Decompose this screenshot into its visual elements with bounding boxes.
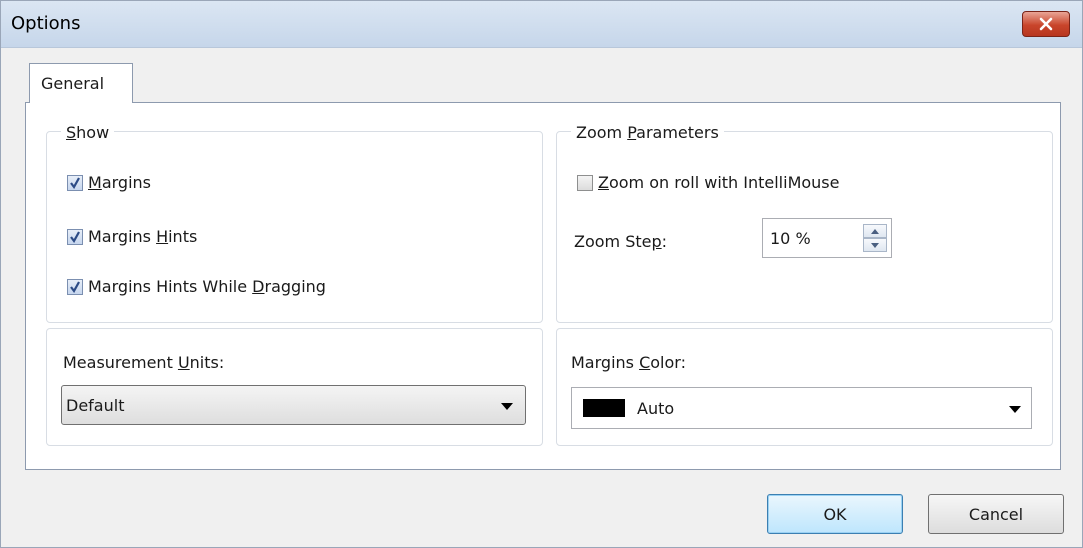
zoom-step-down-button[interactable] [863,238,887,252]
margins-color-value: Auto [637,399,675,418]
close-icon [1039,17,1053,31]
margins-color-label: Margins Color: [571,353,686,372]
checkbox-margins-hints-label: Margins Hints [88,227,198,246]
arrow-up-icon [871,228,879,234]
dropdown-arrow-icon [501,403,513,410]
cancel-button[interactable]: Cancel [928,494,1064,534]
checkbox-margins-hints-dragging-box[interactable] [67,278,83,295]
margins-color-dropdown[interactable]: Auto [571,387,1032,429]
close-button[interactable] [1022,11,1070,37]
tab-label: General [41,74,105,93]
window-title: Options [11,13,81,34]
tab-general[interactable]: General [29,63,133,103]
checkbox-margins-hints[interactable]: Margins Hints [67,227,197,246]
measurement-units-value: Default [66,396,125,415]
checkbox-margins[interactable]: Margins [67,173,151,192]
show-group-title: Show [61,123,115,142]
checkbox-margins-hints-box[interactable] [67,228,83,245]
checkbox-margins-label: Margins [88,173,151,192]
checkbox-margins-hints-dragging-label: Margins Hints While Dragging [88,277,326,296]
dropdown-arrow-icon [1009,406,1021,413]
zoom-step-spin-buttons [863,224,887,252]
measurement-units-label: Measurement Units: [63,353,225,372]
zoom-step-up-button[interactable] [863,224,887,238]
checkmark-icon [70,280,80,293]
options-dialog: Options General Show Margins Margins Hin… [0,0,1083,548]
zoom-step-spinner[interactable]: 10 % [762,218,892,258]
zoom-parameters-title: Zoom Parameters [571,123,724,142]
title-bar: Options [1,1,1082,48]
checkbox-margins-hints-dragging[interactable]: Margins Hints While Dragging [67,277,326,296]
checkbox-margins-box[interactable] [67,174,83,191]
checkbox-zoom-on-roll[interactable]: Zoom on roll with IntelliMouse [577,173,839,192]
checkmark-icon [70,230,80,243]
arrow-down-icon [871,242,879,248]
zoom-step-label: Zoom Step: [574,232,668,251]
color-swatch [583,399,625,417]
checkbox-zoom-on-roll-label: Zoom on roll with IntelliMouse [598,173,840,192]
zoom-step-value[interactable]: 10 % [770,229,811,248]
ok-button[interactable]: OK [767,494,903,534]
checkmark-icon [70,176,80,189]
checkbox-zoom-on-roll-box[interactable] [577,174,593,191]
measurement-units-dropdown[interactable]: Default [61,385,526,425]
